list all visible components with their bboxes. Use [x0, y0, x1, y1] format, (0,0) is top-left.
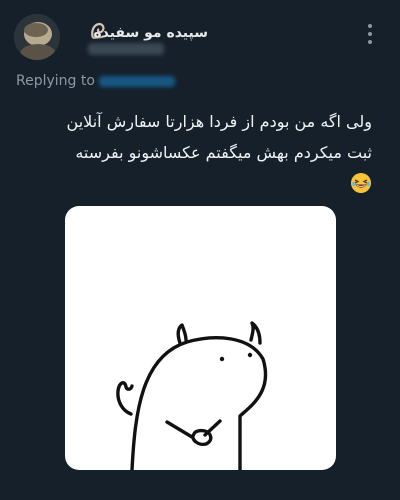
tweet-header: سپیده مو سفیده	[0, 0, 400, 70]
avatar[interactable]	[14, 14, 60, 60]
author-handle-blurred	[88, 43, 164, 55]
tweet-text: ولی اگه من بودم از فردا هزارتا سفارش آنل…	[12, 106, 372, 168]
more-vertical-icon[interactable]	[362, 22, 378, 46]
tweet-text-line-1: ولی اگه من بودم از فردا هزارتا سفارش آنل…	[66, 112, 372, 131]
tweet-image[interactable]	[65, 206, 336, 470]
author-display-name[interactable]: سپیده مو سفیده	[93, 25, 208, 41]
replying-to-line: Replying to	[16, 73, 175, 89]
tweet-text-line-2: ثبت میکردم بهش میگفتم عکساشونو بفرسته	[75, 143, 372, 162]
replying-to-mention-blurred[interactable]	[98, 75, 175, 87]
replying-to-label: Replying to	[16, 73, 95, 89]
grinning-squinting-face-emoji	[350, 172, 372, 194]
